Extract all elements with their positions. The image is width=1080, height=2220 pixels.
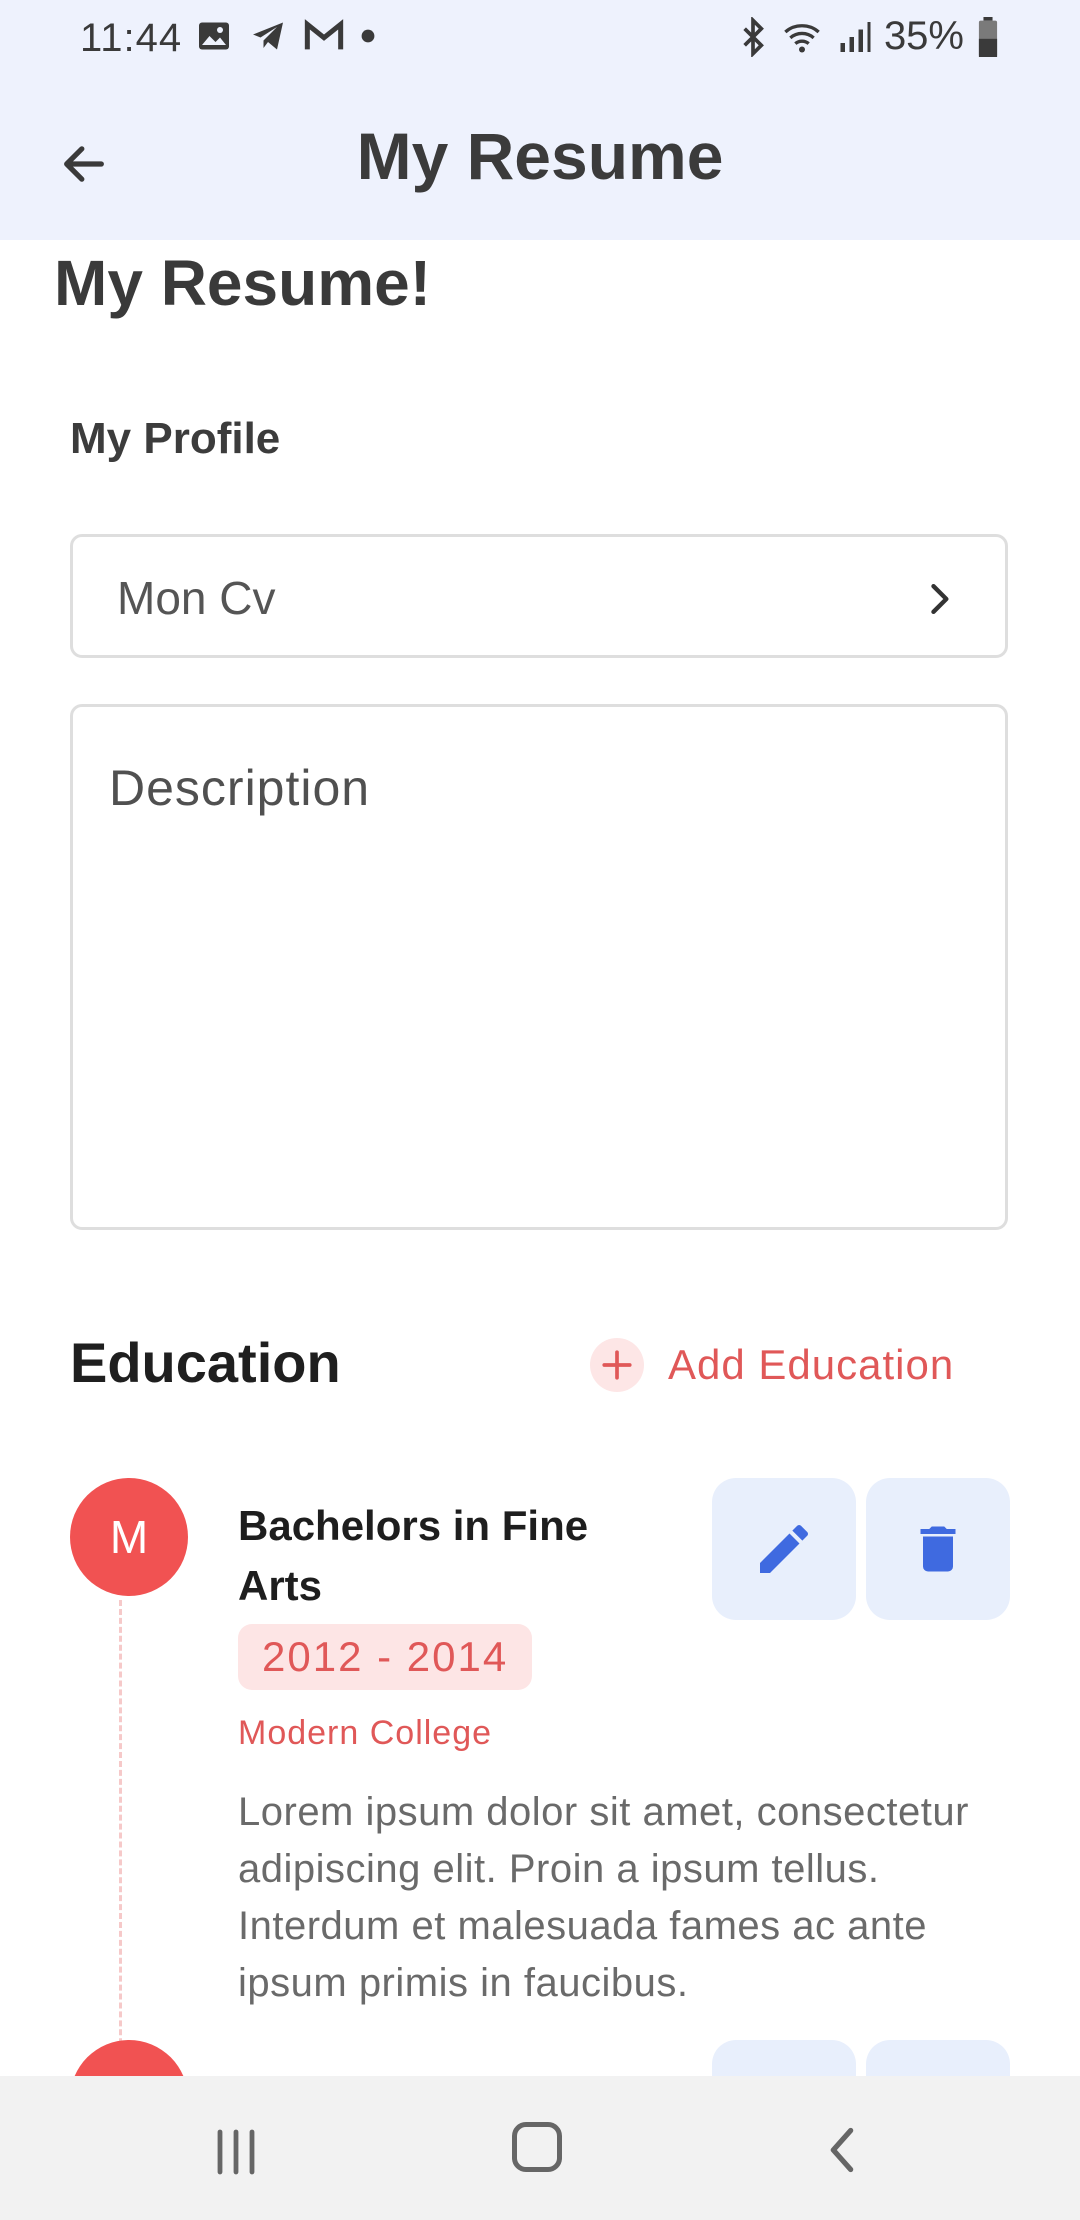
edit-education-button-next[interactable]	[712, 2040, 856, 2076]
edit-education-button[interactable]	[712, 1478, 856, 1620]
pencil-icon	[760, 1524, 809, 1573]
nav-back-icon[interactable]	[822, 2124, 862, 2176]
app-bar: My Resume	[0, 76, 1080, 240]
bluetooth-icon	[743, 16, 764, 57]
add-education-button[interactable]: Add Education	[590, 1338, 954, 1392]
chevron-right-icon	[931, 583, 949, 615]
profile-label: My Profile	[70, 414, 281, 463]
system-icons: 35%	[738, 14, 1000, 59]
plus-icon	[590, 1338, 644, 1392]
recents-icon[interactable]	[212, 2126, 260, 2178]
education-school: Modern College	[238, 1714, 493, 1752]
add-education-label: Add Education	[668, 1341, 955, 1388]
telegram-icon	[253, 22, 283, 50]
gmail-icon	[304, 19, 344, 50]
education-title: Bachelors in Fine Arts	[238, 1502, 589, 1609]
education-avatar-next	[70, 2040, 188, 2076]
battery-icon	[978, 16, 998, 57]
profile-value: Mon Cv	[117, 572, 276, 624]
trash-icon	[920, 1526, 956, 1572]
education-avatar: M	[70, 1478, 188, 1596]
education-years-badge: 2012 - 2014	[238, 1624, 533, 1690]
description-placeholder: Description	[109, 760, 371, 816]
delete-education-button-next[interactable]	[866, 2040, 1010, 2076]
education-heading: Education	[70, 1331, 341, 1394]
image-icon	[199, 22, 229, 50]
profile-selector[interactable]: Mon Cv	[70, 534, 1008, 658]
delete-education-button[interactable]	[866, 1478, 1010, 1620]
battery-percent: 35%	[883, 14, 964, 58]
app-bar-title: My Resume	[356, 119, 724, 193]
home-icon[interactable]	[512, 2122, 562, 2172]
page-heading: My Resume!	[54, 247, 431, 319]
resume-content[interactable]: My Resume! My Profile Mon Cv Description…	[0, 240, 1080, 2076]
status-bar: 11:44 35%	[0, 0, 1080, 76]
timeline-connector	[119, 1600, 122, 2076]
system-nav-bar	[0, 2076, 1080, 2220]
status-time: 11:44	[80, 16, 183, 60]
education-description: Lorem ipsum dolor sit amet, consectetur …	[238, 1790, 969, 2005]
notification-icons	[196, 18, 376, 54]
signal-icon	[840, 21, 871, 52]
dot-icon	[361, 29, 375, 43]
wifi-icon	[784, 23, 820, 52]
description-field[interactable]: Description	[70, 704, 1008, 1230]
